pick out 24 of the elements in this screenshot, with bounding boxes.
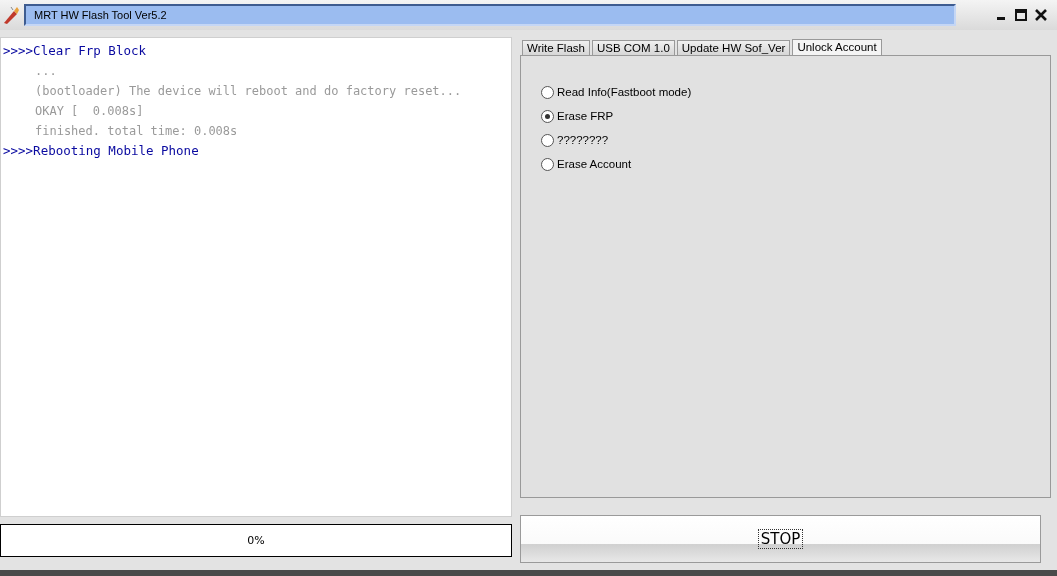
tab[interactable]: Write Flash (522, 40, 590, 55)
option-label: Erase Account (557, 158, 632, 170)
option-label: ???????? (557, 134, 609, 146)
log-line: >>>>Rebooting Mobile Phone (3, 142, 200, 160)
option-label: Erase FRP (557, 110, 614, 122)
window-title: MRT HW Flash Tool Ver5.2 (24, 4, 956, 26)
close-icon[interactable] (1035, 9, 1047, 21)
maximize-icon[interactable] (1015, 9, 1027, 21)
app-icon (2, 5, 20, 25)
log-line: finished. total time: 0.008s (34, 123, 239, 140)
option-label: Read Info(Fastboot mode) (557, 86, 692, 98)
log-line: (bootloader) The device will reboot and do factory reset... (34, 83, 463, 100)
progress-label: 0% (247, 534, 265, 547)
tab[interactable]: Unlock Account (792, 39, 882, 55)
log-line: ... (34, 63, 58, 80)
log-line: OKAY [ 0.008s] (34, 103, 145, 120)
radio-button[interactable] (541, 157, 554, 171)
radio-button[interactable] (541, 85, 554, 99)
stop-button[interactable]: STOP (520, 515, 1041, 563)
radio-button[interactable] (541, 133, 554, 147)
tab[interactable]: Update HW Sof_Ver (676, 40, 791, 55)
log-line: >>>>Clear Frp Block (3, 42, 147, 60)
tab[interactable]: USB COM 1.0 (591, 40, 675, 55)
radio-button[interactable] (541, 109, 554, 123)
